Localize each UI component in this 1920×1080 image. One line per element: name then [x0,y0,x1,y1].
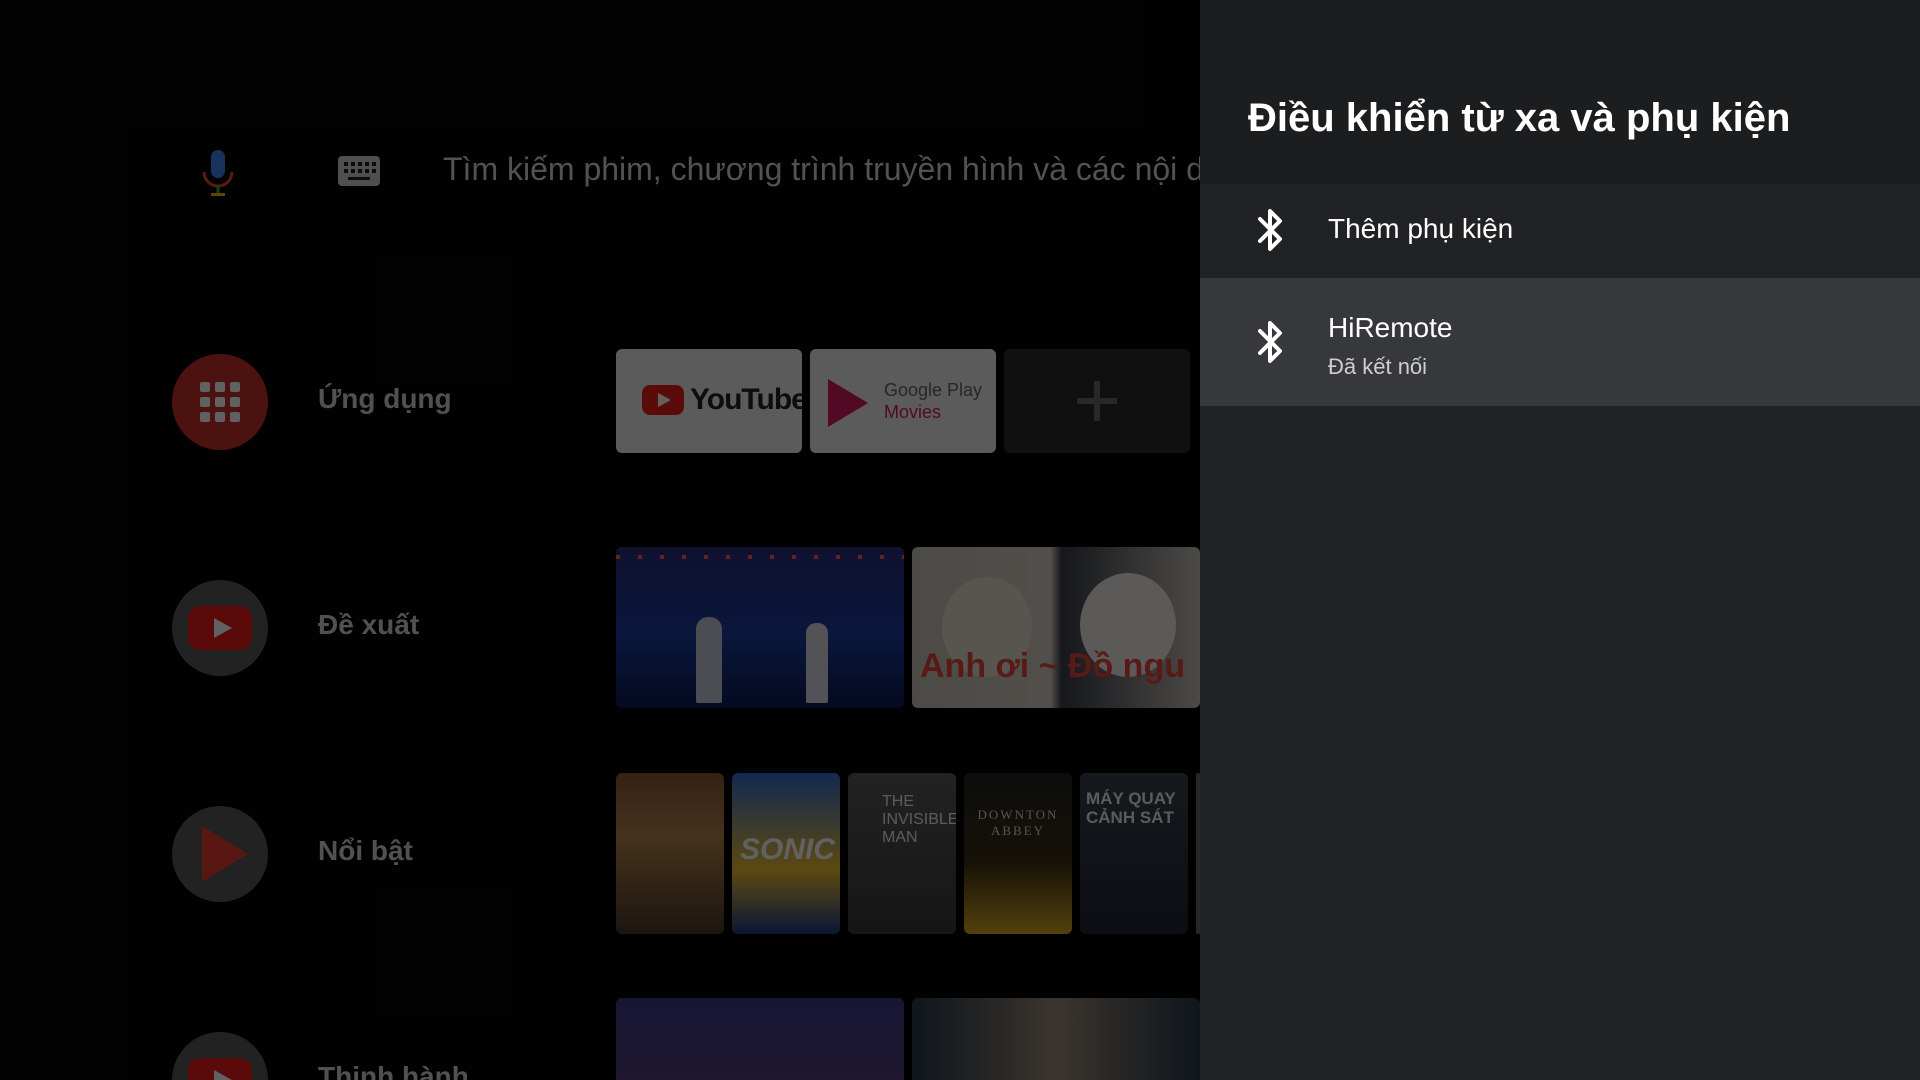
play-movies-icon [828,379,868,427]
movie-poster[interactable]: MÁY QUAY CẢNH SÁT [1080,773,1188,934]
row-label-apps: Ứng dụng [318,383,452,414]
play-movies-line1: Google Play [884,380,983,400]
video-thumbnail[interactable]: Anh ơi ~ Đồ ngu [912,547,1200,708]
apps-grid-icon[interactable] [172,354,268,450]
home-screen: Tìm kiếm phim, chương trình truyền hình … [0,0,1200,1080]
keyboard-icon[interactable] [338,156,380,186]
hiremote-label: HiRemote [1328,312,1453,343]
movie-poster[interactable]: SONIC [732,773,840,934]
play-movies-line2: Movies [884,402,942,422]
poster-title: MÁY QUAY CẢNH SÁT [1086,789,1176,827]
hiremote-status: Đã kết nối [1328,354,1428,379]
row-label-recommended: Đề xuất [318,609,420,640]
youtube-logo-icon [642,385,684,415]
youtube-icon [188,1058,252,1080]
poster-title: DOWNTON ABBEY [977,807,1059,838]
add-accessory-label: Thêm phụ kiện [1328,213,1514,244]
bluetooth-icon [1258,321,1282,363]
youtube-row-icon[interactable] [172,580,268,676]
movie-poster[interactable]: DOWNTON ABBEY [964,773,1072,934]
add-app-tile[interactable] [1004,349,1190,453]
youtube-app-tile[interactable]: YouTube [616,349,802,453]
add-accessory-item[interactable]: Thêm phụ kiện [1200,184,1920,276]
movie-poster[interactable]: THE INVISIBLE MAN [848,773,956,934]
hiremote-item[interactable]: HiRemote Đã kết nối [1200,278,1920,406]
row-label-featured: Nổi bật [318,835,413,866]
play-movies-icon [202,826,248,882]
google-play-movies-tile[interactable]: Google Play Movies [810,349,996,453]
panel-header: Điều khiển từ xa và phụ kiện [1200,0,1920,184]
video-thumbnail[interactable] [616,547,904,708]
video-caption: Anh ơi ~ Đồ ngu [920,647,1185,685]
search-input[interactable]: Tìm kiếm phim, chương trình truyền hình … [443,151,1200,188]
poster-title: SONIC [740,833,836,866]
trending-row-icon[interactable] [172,1032,268,1080]
panel-title: Điều khiển từ xa và phụ kiện [1248,96,1791,140]
featured-row-icon[interactable] [172,806,268,902]
plus-icon [1077,381,1117,421]
video-thumbnail[interactable] [616,998,904,1080]
movie-poster[interactable] [616,773,724,934]
microphone-icon[interactable] [200,150,236,196]
remotes-accessories-panel: Điều khiển từ xa và phụ kiện Thêm phụ ki… [1200,0,1920,1080]
video-thumbnail[interactable] [912,998,1200,1080]
bluetooth-icon [1258,209,1282,251]
row-label-trending: Thịnh hành [318,1061,469,1080]
youtube-app-label: YouTube [690,383,802,416]
youtube-icon [188,606,252,650]
poster-title: THE INVISIBLE MAN [882,793,956,846]
